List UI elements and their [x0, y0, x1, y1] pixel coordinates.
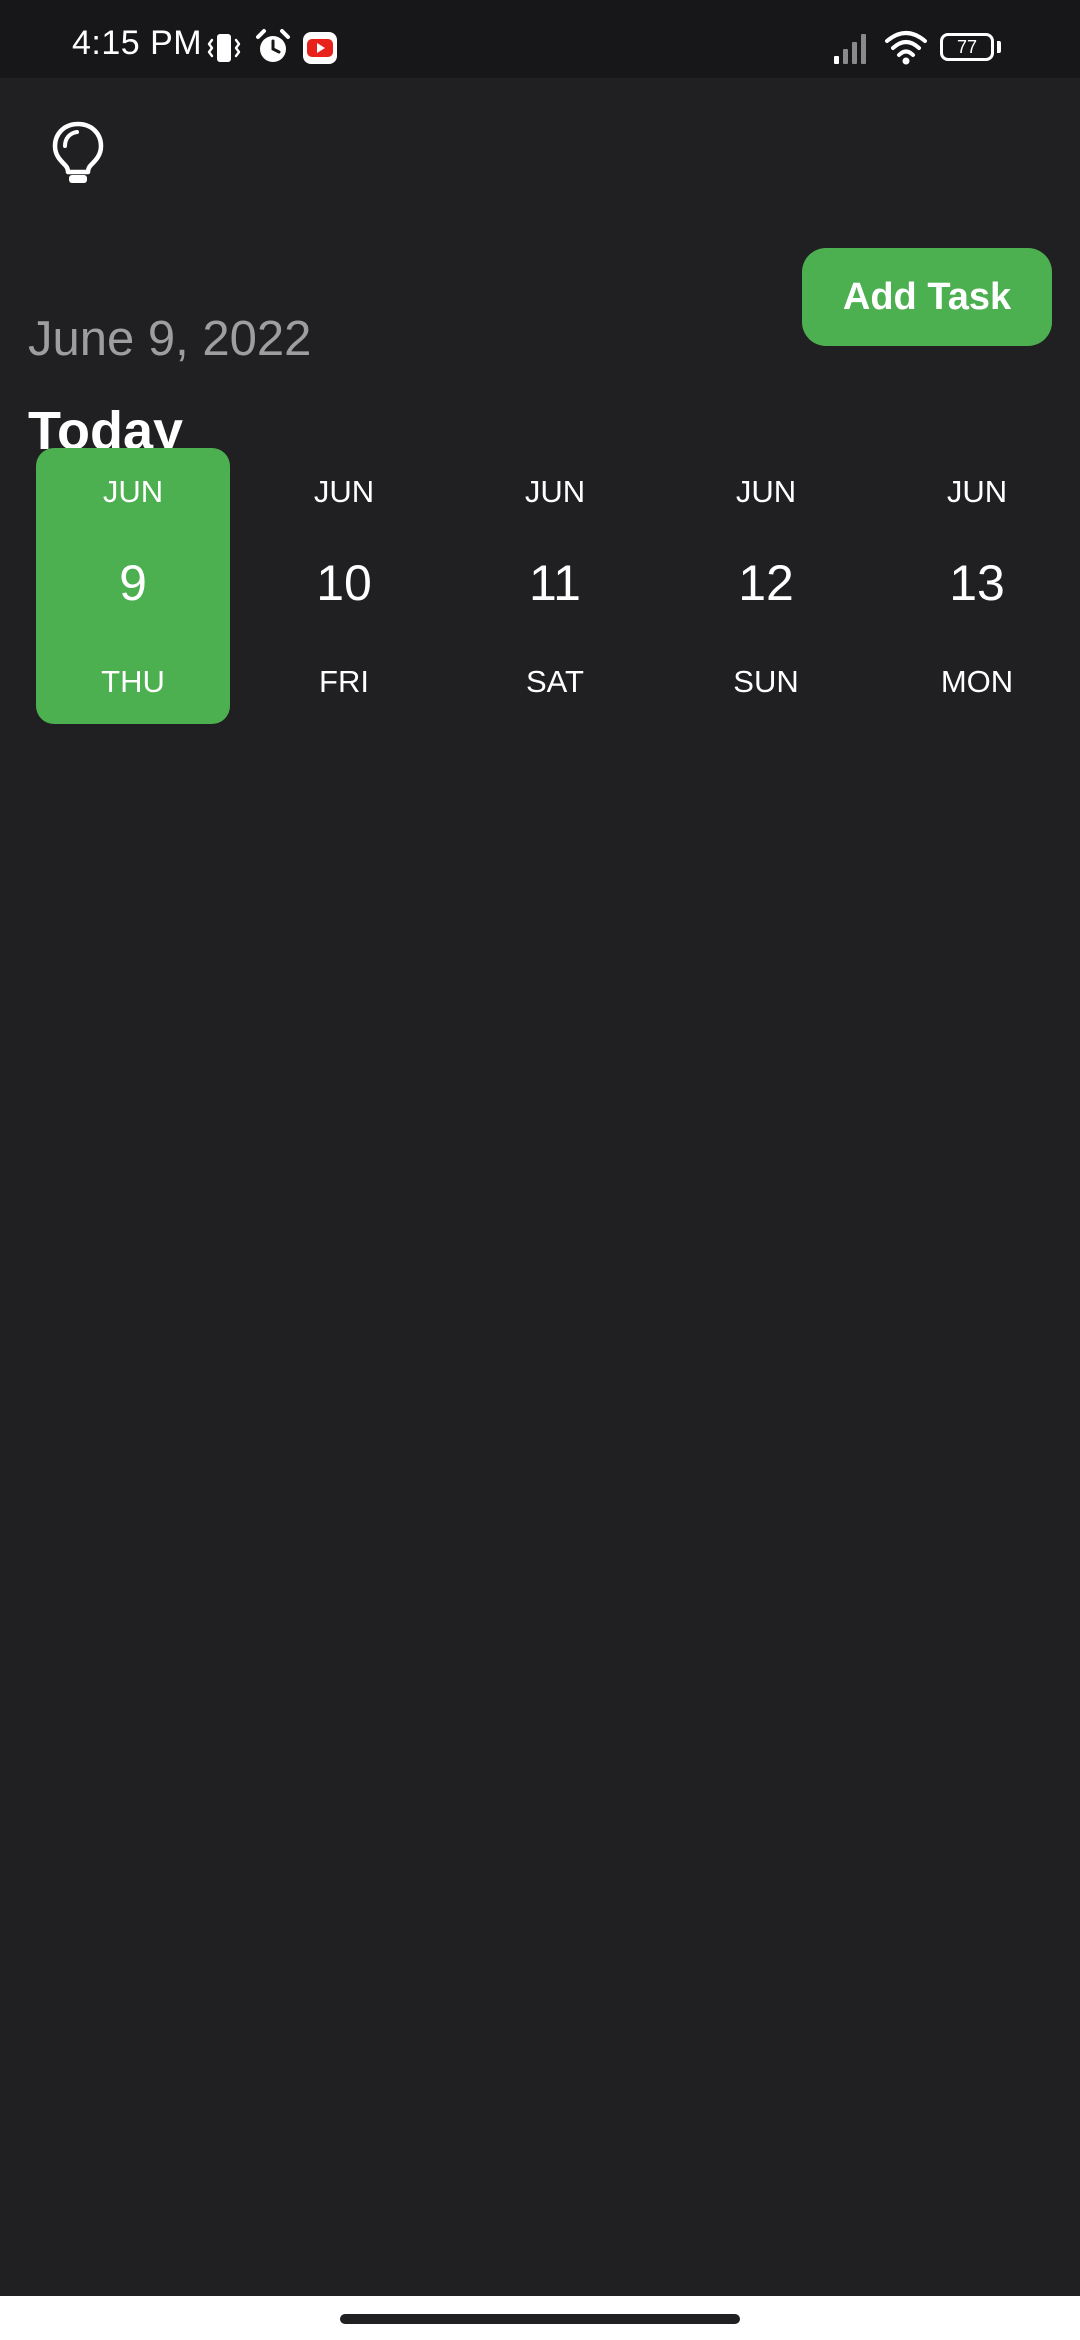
date-item[interactable]: JUN 9 THU [36, 448, 230, 724]
vibrate-icon [207, 34, 241, 62]
youtube-icon [303, 32, 337, 64]
date-day: 10 [316, 555, 372, 611]
date-weekday: SAT [526, 664, 584, 699]
battery-level: 77 [956, 37, 978, 57]
date-weekday: SUN [733, 664, 799, 699]
date-month: JUN [946, 474, 1008, 509]
date-weekday: THU [101, 664, 165, 699]
navigation-bar [0, 2296, 1080, 2340]
current-date-label: June 9, 2022 [28, 311, 312, 366]
date-picker-strip: JUN 9 THU JUN 10 FRI JUN 11 SAT JUN 12 S… [36, 448, 1080, 724]
status-time: 4:15 PM [72, 24, 203, 62]
date-weekday: FRI [319, 664, 369, 699]
date-day: 13 [949, 555, 1005, 611]
battery-icon: 77 [940, 33, 994, 61]
add-task-button[interactable]: Add Task [802, 248, 1052, 346]
alarm-icon [256, 29, 290, 62]
date-month: JUN [524, 474, 586, 509]
lightbulb-icon[interactable] [48, 120, 108, 186]
date-month: JUN [313, 474, 375, 509]
battery-tip [997, 41, 1001, 53]
status-bar: 4:15 PM 77 [0, 0, 1080, 78]
app-screen: 4:15 PM 77 June 9, 2022 Add Task Today J… [0, 0, 1080, 2340]
date-month: JUN [102, 474, 164, 509]
date-weekday: MON [940, 664, 1014, 699]
date-day: 12 [738, 555, 794, 611]
home-indicator[interactable] [340, 2314, 740, 2324]
date-item[interactable]: JUN 12 SUN [669, 448, 863, 724]
date-item[interactable]: JUN 11 SAT [458, 448, 652, 724]
date-item[interactable]: JUN 13 MON [880, 448, 1074, 724]
date-item[interactable]: JUN 10 FRI [247, 448, 441, 724]
signal-icon [834, 34, 866, 64]
date-day: 11 [529, 555, 581, 611]
date-day: 9 [119, 555, 147, 611]
date-month: JUN [735, 474, 797, 509]
wifi-icon [885, 31, 927, 65]
